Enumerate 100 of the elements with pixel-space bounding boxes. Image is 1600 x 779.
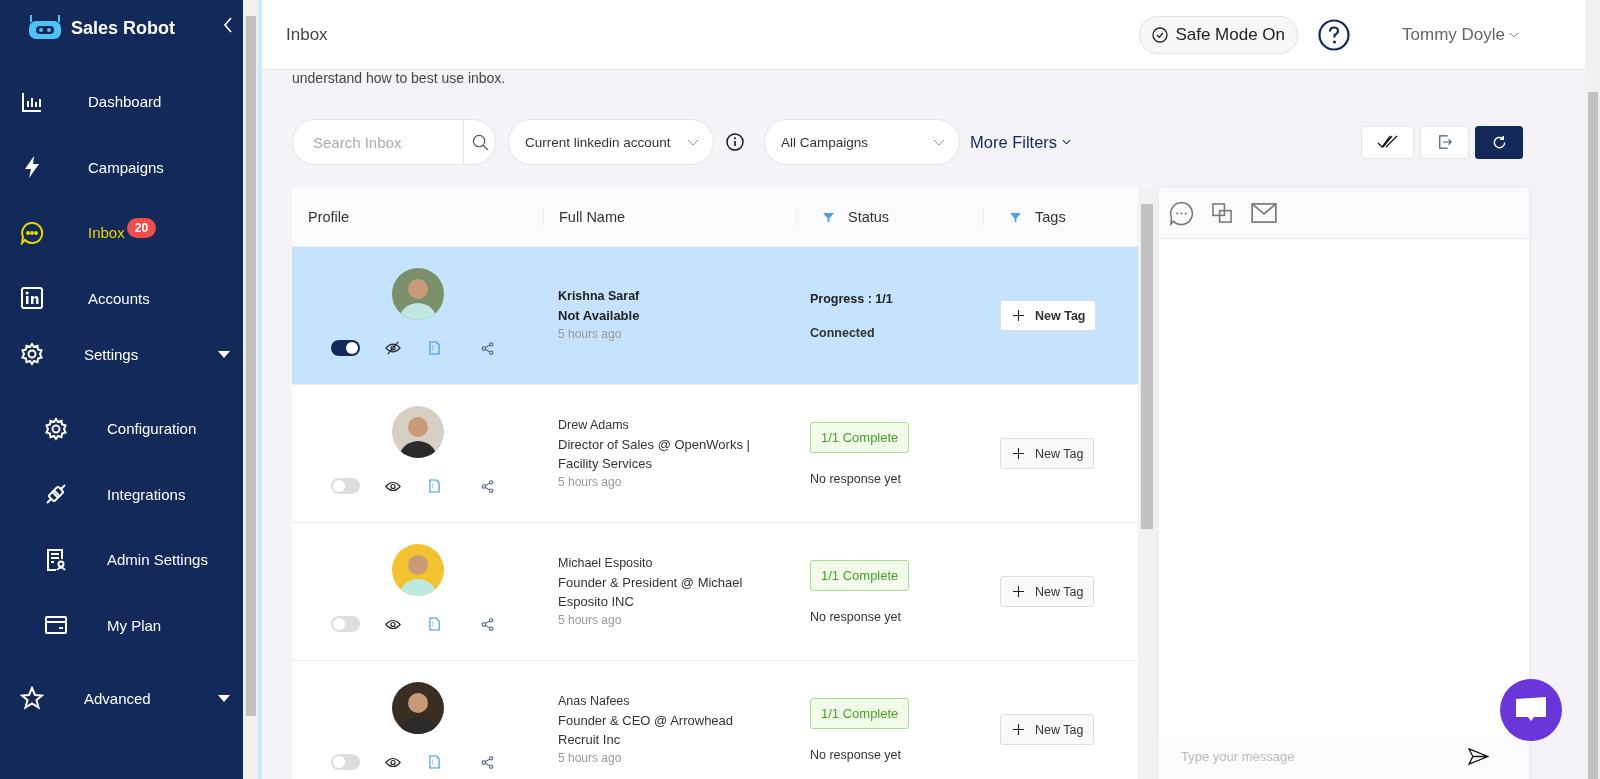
connection-status: No response yet: [810, 747, 902, 762]
eye-slash-icon[interactable]: [385, 341, 401, 355]
gear-icon: [44, 416, 68, 441]
sidebar-subitem[interactable]: Configuration: [0, 396, 243, 462]
check-circle-icon: [1152, 26, 1169, 43]
column-header[interactable]: Profile: [292, 207, 544, 227]
sidebar-item[interactable]: Accounts: [0, 265, 243, 331]
sidebar-item[interactable]: Campaigns: [0, 134, 243, 200]
avatar: [391, 682, 444, 734]
share-icon[interactable]: [481, 479, 494, 493]
eye-icon[interactable]: [385, 480, 401, 492]
eye-icon[interactable]: [385, 756, 401, 768]
connection-status: Connected: [810, 325, 875, 340]
sidebar-item[interactable]: Dashboard: [0, 69, 243, 135]
sidebar-item[interactable]: Advanced: [0, 675, 243, 721]
avatar: [391, 406, 444, 458]
campaign-dropdown[interactable]: All Campaigns: [764, 119, 960, 165]
robot-logo-icon: [27, 15, 63, 41]
timestamp: 5 hours ago: [558, 473, 623, 491]
avatar: [391, 544, 444, 596]
status-badge: 1/1 Complete: [810, 421, 910, 453]
inbox-row[interactable]: Krishna Saraf Not Available 5 hours ago Progress : 1/1 Connected New Tag: [292, 247, 1138, 385]
connection-status: No response yet: [810, 471, 902, 486]
brand-name: Sales Robot: [71, 17, 176, 39]
gear-icon: [20, 342, 44, 366]
chat-bubble-icon: [20, 220, 44, 245]
column-header[interactable]: Tags: [984, 188, 1138, 246]
contact-headline: Founder & President @ Michael Esposito INC: [558, 573, 744, 611]
export-button[interactable]: [1420, 125, 1469, 159]
more-filters-button[interactable]: More Filters: [970, 132, 1072, 152]
contact-name: Michael Esposito: [558, 554, 654, 572]
account-dropdown[interactable]: Current linkedin account: [508, 119, 714, 165]
contact-name: Krishna Saraf: [558, 288, 641, 305]
scrollbar[interactable]: [1585, 0, 1600, 779]
column-header[interactable]: Status: [797, 207, 984, 227]
document-icon[interactable]: [429, 755, 440, 769]
avatar: [391, 268, 444, 320]
plus-icon: [1013, 310, 1024, 321]
chevron-down-icon: [1062, 139, 1072, 145]
chevron-down-icon: [933, 138, 945, 146]
toggle-switch[interactable]: [331, 616, 360, 632]
eye-icon[interactable]: [385, 618, 401, 630]
plus-icon: [1013, 586, 1024, 597]
refresh-button[interactable]: [1475, 125, 1523, 159]
scrollbar[interactable]: [1138, 188, 1156, 779]
contact-headline: Founder & CEO @ Arrowhead Recruit Inc: [558, 711, 735, 749]
linkedin-icon: [20, 286, 44, 311]
timestamp: 5 hours ago: [558, 611, 623, 629]
new-tag-button[interactable]: New Tag: [1000, 576, 1095, 607]
sidebar-item[interactable]: Inbox 20: [0, 200, 243, 266]
new-tag-button[interactable]: New Tag: [1000, 300, 1097, 331]
double-check-icon: [1376, 134, 1399, 150]
intro-text: understand how to best use inbox.: [292, 70, 507, 86]
chat-bubble-icon[interactable]: [1169, 200, 1194, 226]
progress-text: Progress : 1/1: [810, 291, 893, 306]
help-icon[interactable]: [1318, 18, 1351, 51]
info-icon[interactable]: [726, 133, 744, 151]
mail-icon[interactable]: [1251, 203, 1277, 223]
search-field[interactable]: Search Inbox: [292, 119, 496, 165]
scrollbar[interactable]: [243, 0, 258, 779]
timestamp: 5 hours ago: [558, 749, 623, 767]
share-icon[interactable]: [481, 617, 494, 631]
sidebar-item[interactable]: Settings: [0, 331, 243, 377]
contact-headline: Director of Sales @ OpenWorks | Facility Services: [558, 435, 751, 473]
mark-read-button[interactable]: [1361, 125, 1414, 159]
send-icon[interactable]: [1468, 748, 1489, 765]
safe-mode-button[interactable]: Safe Mode On: [1139, 15, 1299, 54]
refresh-icon: [1491, 134, 1507, 150]
user-menu[interactable]: Tommy Doyle: [1396, 23, 1525, 46]
message-input[interactable]: Type your message: [1179, 748, 1468, 765]
plus-icon: [1013, 724, 1024, 735]
new-tag-button[interactable]: New Tag: [1000, 438, 1095, 469]
sidebar-subitem[interactable]: Admin Settings: [0, 527, 243, 593]
share-icon[interactable]: [481, 341, 494, 355]
star-icon: [20, 686, 44, 710]
search-icon[interactable]: [472, 133, 489, 151]
chevron-down-icon: [1509, 31, 1519, 38]
export-icon: [1437, 135, 1452, 149]
column-header[interactable]: Full Name: [544, 207, 797, 227]
connection-status: No response yet: [810, 609, 902, 624]
collapse-icon[interactable]: [223, 17, 233, 33]
search-input[interactable]: Search Inbox: [293, 132, 463, 152]
document-user-icon: [44, 547, 68, 572]
contact-name: Anas Nafees: [558, 692, 631, 710]
message-field[interactable]: Type your message: [1159, 736, 1529, 779]
unread-count-badge: 20: [126, 217, 157, 238]
filter-icon[interactable]: [1010, 212, 1021, 222]
new-tag-button[interactable]: New Tag: [1000, 714, 1095, 745]
filter-icon[interactable]: [823, 212, 834, 222]
toggle-switch[interactable]: [331, 478, 360, 494]
toggle-switch[interactable]: [331, 340, 360, 356]
document-icon[interactable]: [429, 479, 440, 493]
share-icon[interactable]: [481, 755, 494, 769]
plus-icon: [1013, 448, 1024, 459]
copy-icon[interactable]: [1212, 202, 1233, 224]
chevron-down-icon: [687, 138, 699, 146]
document-icon[interactable]: [429, 617, 440, 631]
sidebar-subitem[interactable]: My Plan: [0, 592, 243, 658]
sidebar-subitem[interactable]: Integrations: [0, 461, 243, 527]
toggle-switch[interactable]: [331, 754, 360, 770]
